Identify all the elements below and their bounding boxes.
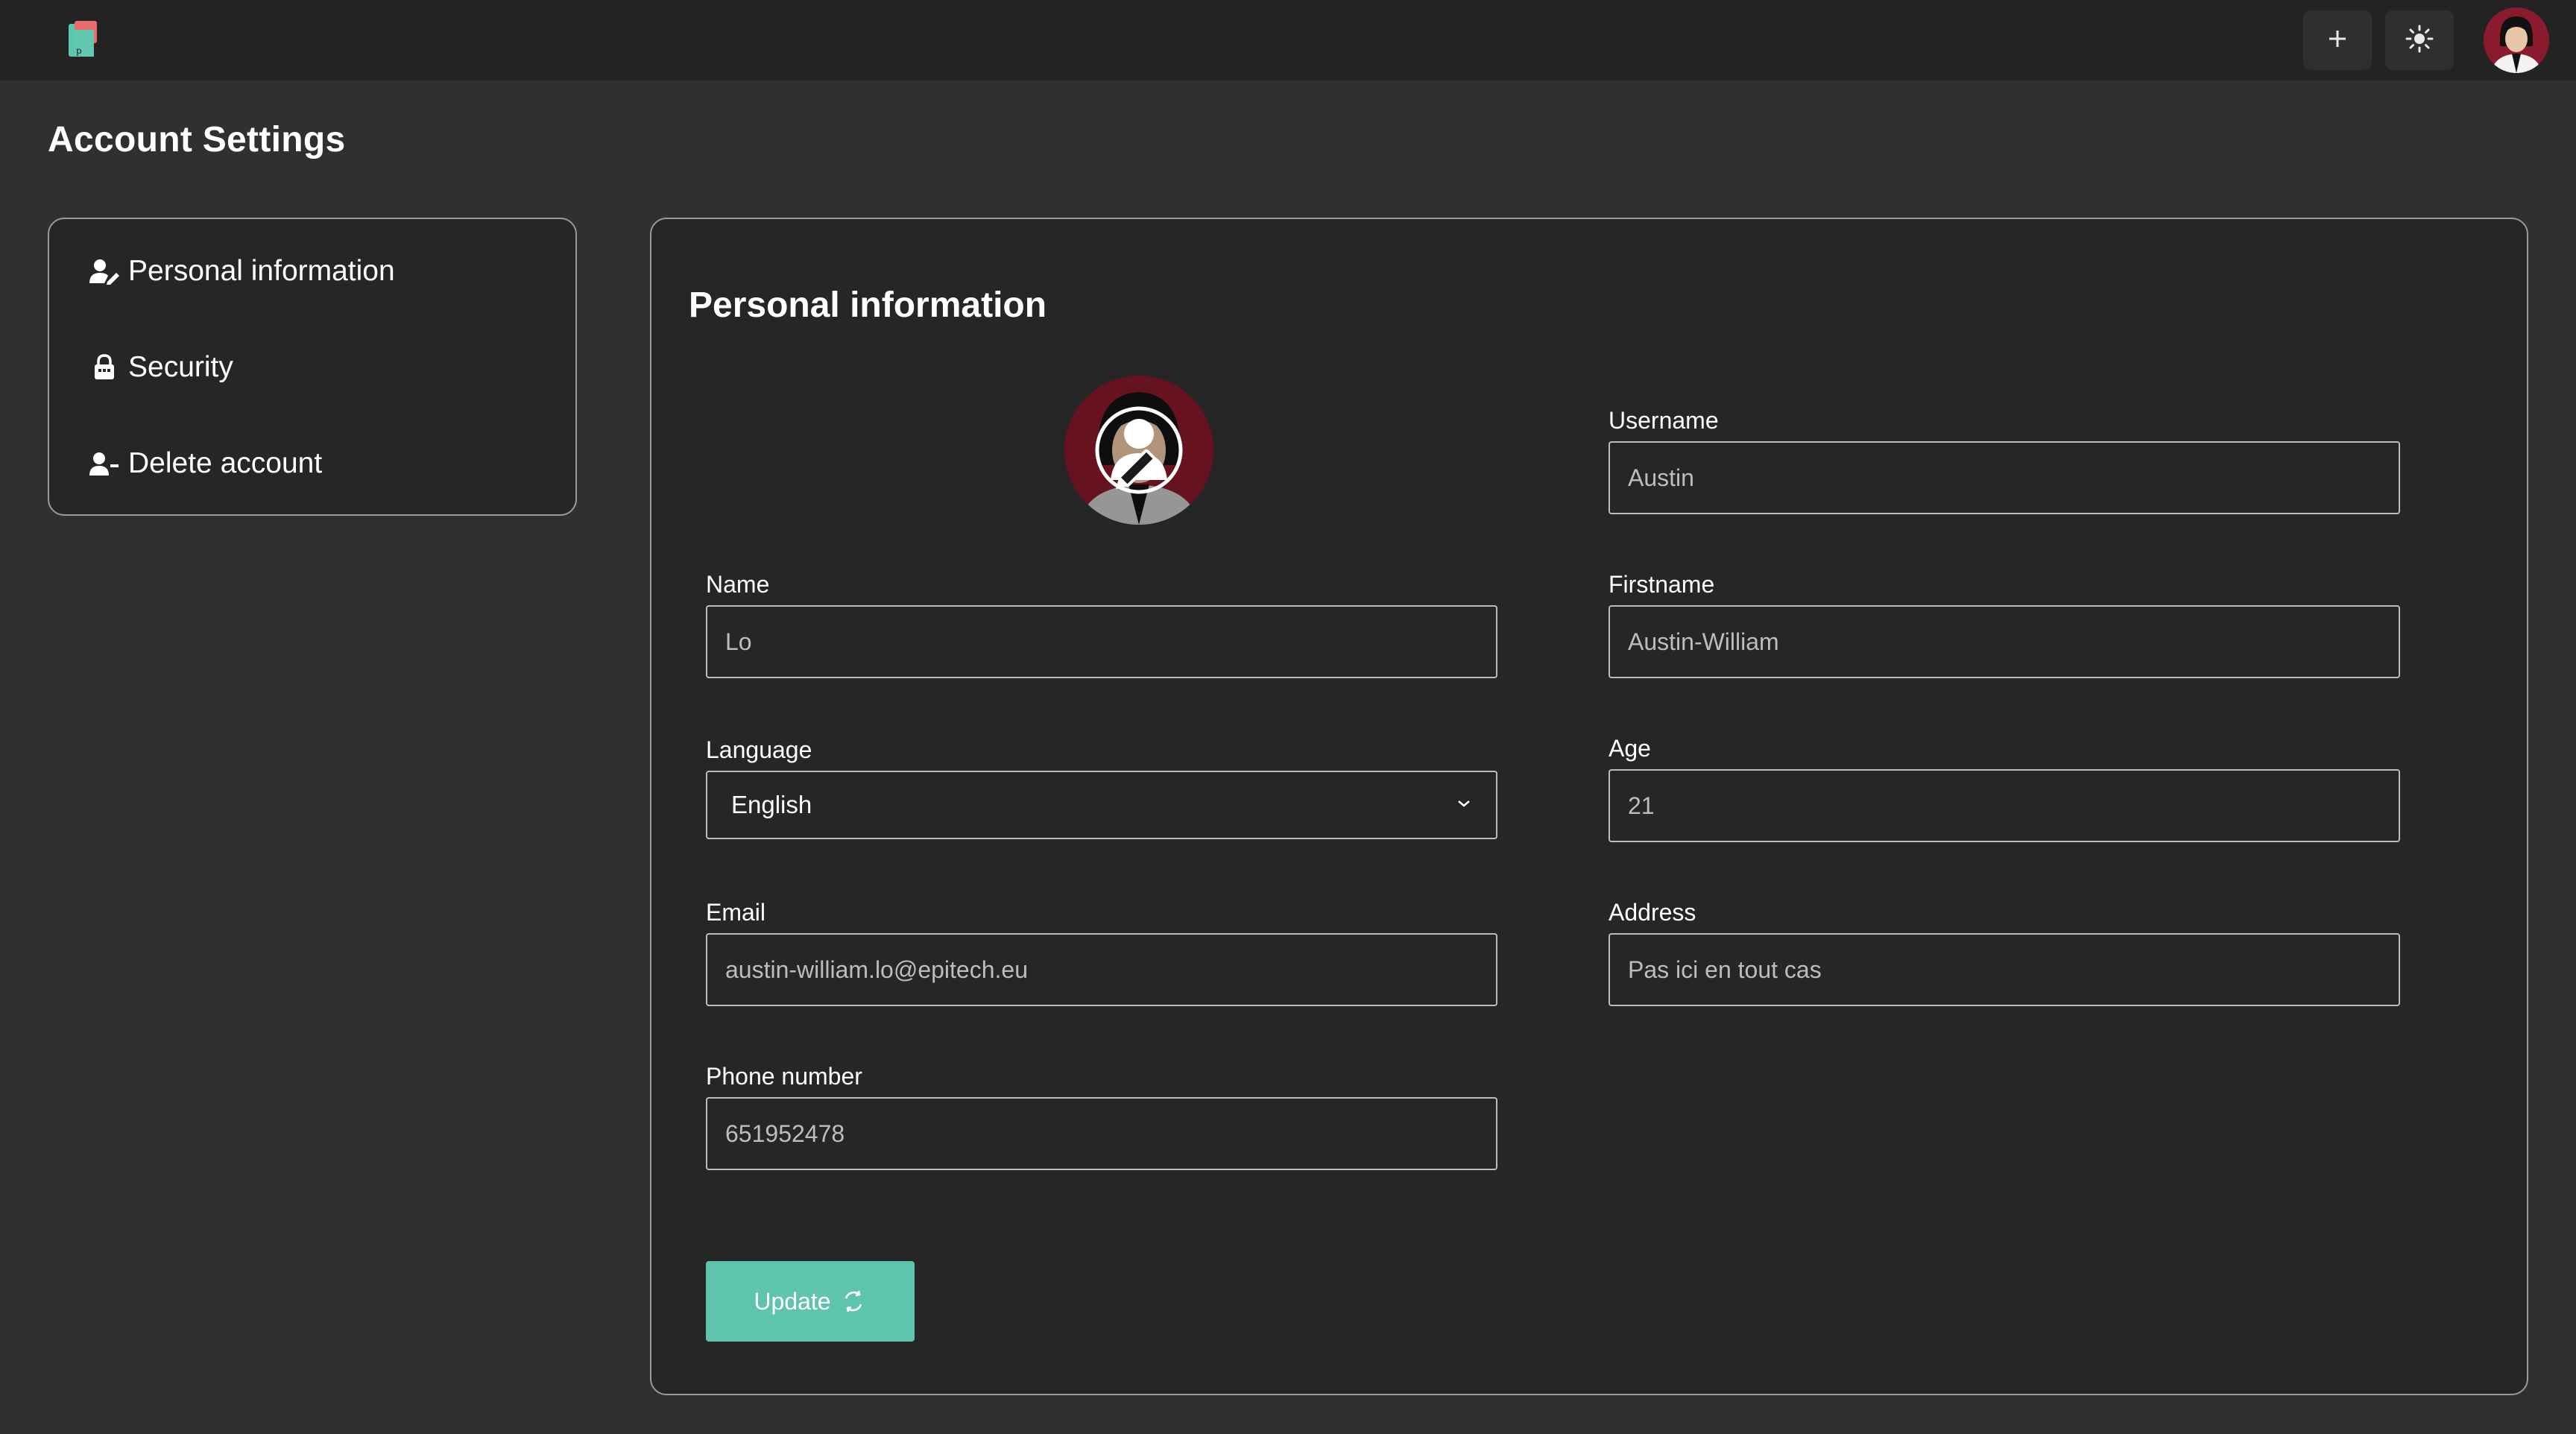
user-avatar[interactable] [2484, 7, 2549, 73]
sidebar-item-label: Delete account [128, 447, 323, 479]
plus-icon [2326, 28, 2349, 54]
firstname-field[interactable] [1609, 605, 2400, 678]
name-field[interactable] [706, 605, 1497, 678]
email-label: Email [706, 899, 766, 926]
age-label: Age [1609, 735, 1651, 762]
sun-icon [2405, 24, 2434, 57]
name-label: Name [706, 571, 770, 598]
sidebar-item-security[interactable]: Security [88, 345, 233, 390]
sidebar-item-delete-account[interactable]: Delete account [88, 441, 322, 486]
update-button-label: Update [754, 1287, 831, 1315]
language-select[interactable]: English [706, 771, 1497, 839]
sidebar-item-label: Personal information [128, 255, 395, 287]
panel-title: Personal information [689, 285, 1047, 325]
lock-icon [88, 351, 121, 384]
age-field[interactable] [1609, 769, 2400, 842]
top-bar: p [0, 0, 2576, 80]
refresh-icon [840, 1288, 867, 1315]
page-title: Account Settings [48, 120, 346, 159]
firstname-label: Firstname [1609, 571, 1715, 598]
user-edit-icon [88, 255, 121, 288]
sidebar-item-label: Security [128, 351, 233, 383]
add-button[interactable] [2303, 10, 2372, 70]
language-select-value: English [731, 791, 812, 818]
svg-text:p: p [76, 45, 82, 56]
username-label: Username [1609, 407, 1719, 434]
language-label: Language [706, 736, 812, 763]
app-logo[interactable]: p [67, 19, 100, 58]
address-field[interactable] [1609, 933, 2400, 1006]
chevron-down-icon [1456, 798, 1472, 812]
address-label: Address [1609, 899, 1696, 926]
sidebar-item-personal-information[interactable]: Personal information [88, 249, 395, 294]
update-button[interactable]: Update [706, 1261, 915, 1342]
theme-toggle-button[interactable] [2385, 10, 2454, 70]
user-minus-icon [88, 447, 121, 480]
settings-sidebar: Personal information Security Delete acc… [48, 218, 577, 516]
email-field[interactable] [706, 933, 1497, 1006]
phone-label: Phone number [706, 1063, 862, 1090]
profile-picture-edit[interactable] [1064, 376, 1213, 525]
personal-information-panel: Personal information Username Name First… [650, 218, 2528, 1395]
username-field[interactable] [1609, 441, 2400, 514]
phone-number-field[interactable] [706, 1097, 1497, 1170]
